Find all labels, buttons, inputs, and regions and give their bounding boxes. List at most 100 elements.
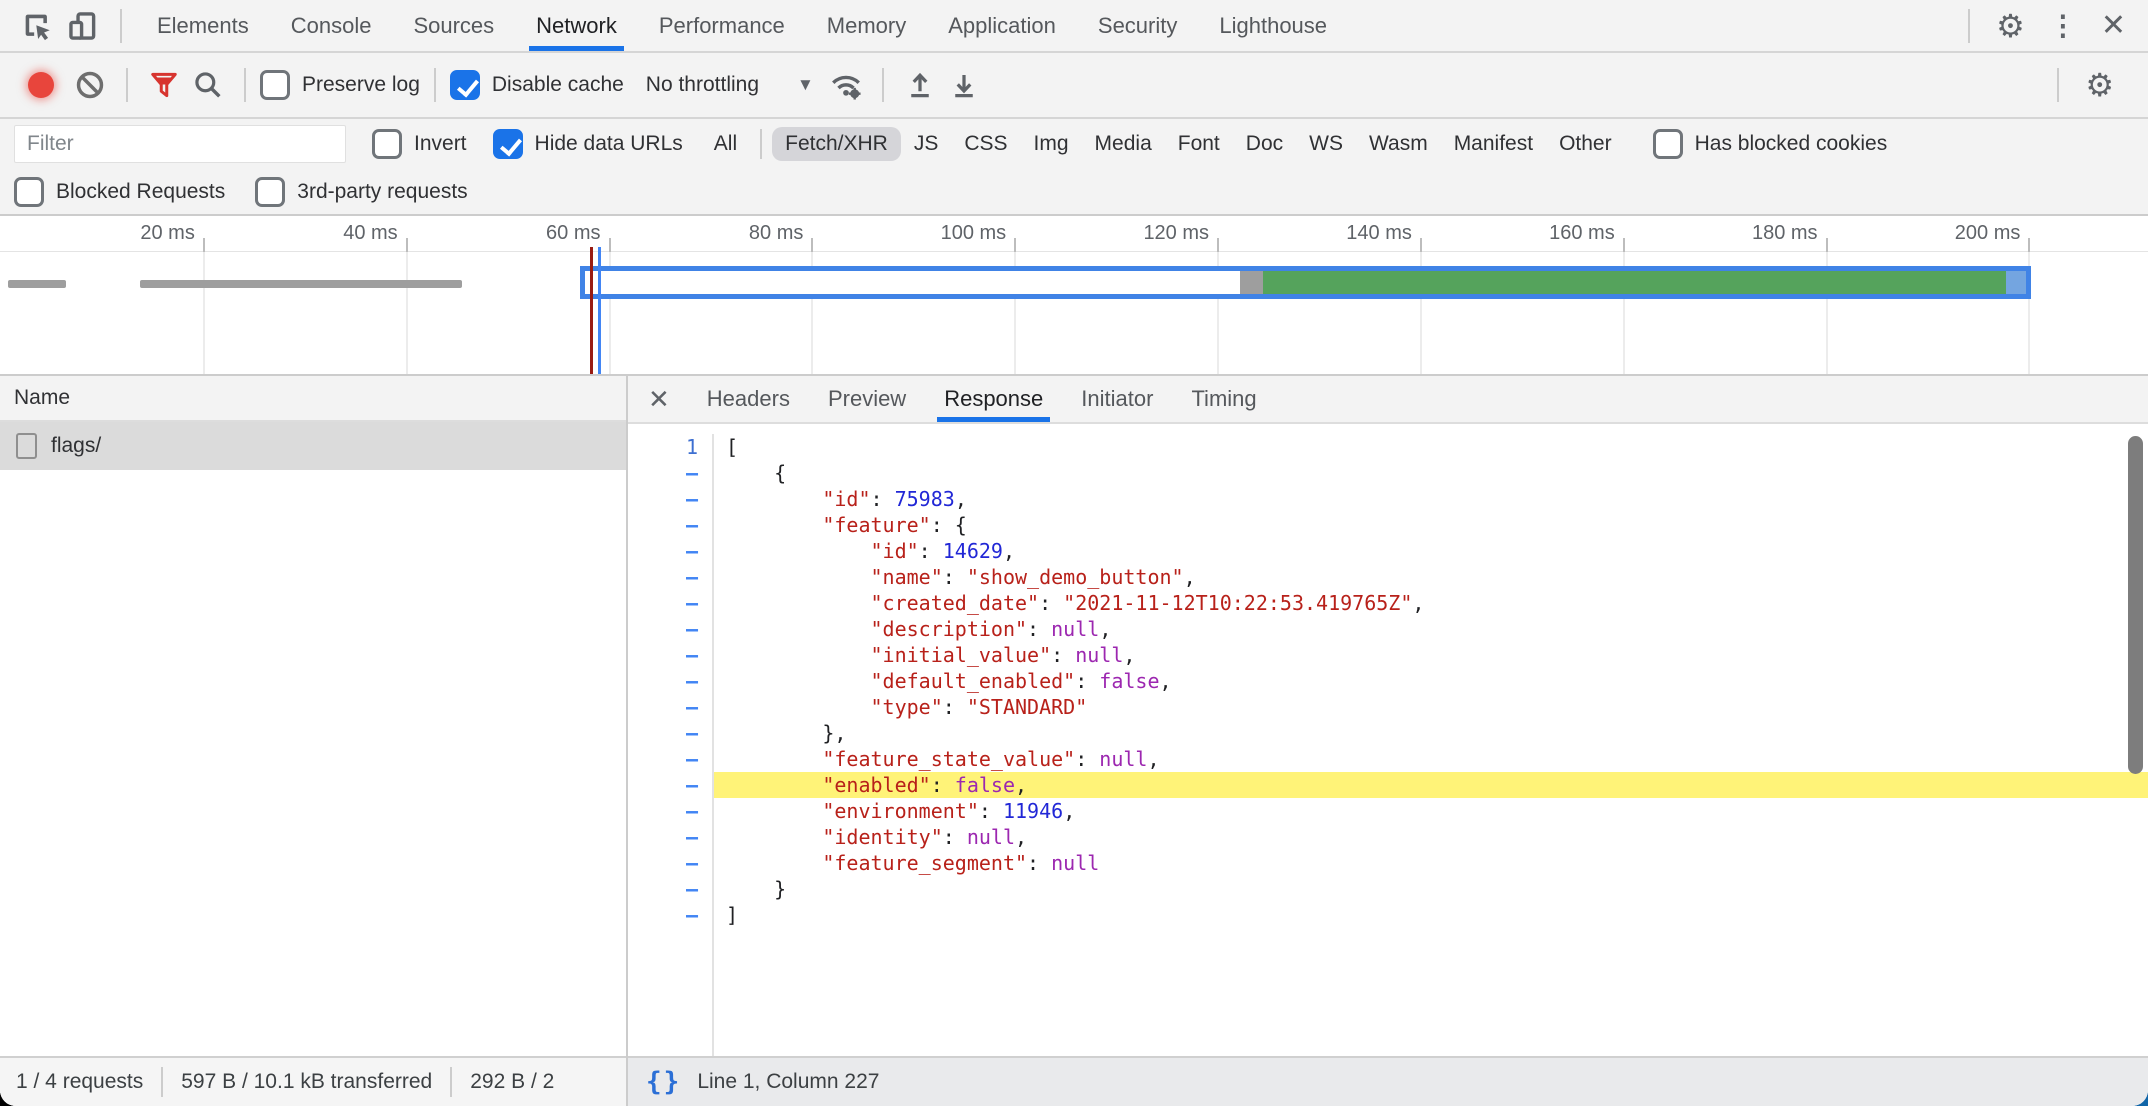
filter-type-all[interactable]: All — [701, 127, 750, 161]
summary-segment: 292 B / 2 — [470, 1070, 554, 1094]
tab-memory[interactable]: Memory — [806, 0, 927, 51]
filter-input[interactable] — [14, 125, 346, 163]
tab-sources[interactable]: Sources — [392, 0, 515, 51]
resource-doc-icon — [16, 433, 37, 459]
tab-security[interactable]: Security — [1077, 0, 1198, 51]
import-har-icon[interactable] — [898, 63, 942, 107]
ruler-label: 180 ms — [1668, 222, 1818, 245]
filter-type-other[interactable]: Other — [1546, 127, 1625, 161]
throttling-select[interactable]: No throttling ▼ — [646, 73, 814, 97]
invert-checkbox[interactable] — [372, 129, 402, 159]
close-details-icon[interactable]: ✕ — [628, 376, 688, 422]
detail-tab-timing[interactable]: Timing — [1172, 376, 1275, 422]
more-options-icon[interactable]: ⋮ — [2037, 12, 2089, 40]
cursor-position-label: Line 1, Column 227 — [697, 1070, 879, 1094]
fold-dash-marker: – — [628, 564, 698, 590]
blocked-requests-label: Blocked Requests — [56, 180, 225, 204]
tab-application[interactable]: Application — [927, 0, 1077, 51]
settings-gear-icon[interactable]: ⚙ — [1984, 10, 2037, 42]
requests-table-pane: Name flags/ 1 / 4 requests597 B / 10.1 k… — [0, 376, 628, 1106]
filter-type-doc[interactable]: Doc — [1233, 127, 1296, 161]
filter-type-ws[interactable]: WS — [1296, 127, 1356, 161]
name-header-label: Name — [14, 386, 70, 410]
fold-dash-marker: – — [628, 772, 698, 798]
network-summary-bar: 1 / 4 requests597 B / 10.1 kB transferre… — [0, 1056, 626, 1106]
filter-type-wasm[interactable]: Wasm — [1356, 127, 1441, 161]
ruler-tick — [1826, 238, 1828, 252]
fold-dash-marker: – — [628, 642, 698, 668]
fold-dash-marker: – — [628, 694, 698, 720]
network-conditions-icon[interactable] — [824, 63, 868, 107]
filter-type-manifest[interactable]: Manifest — [1441, 127, 1546, 161]
has-blocked-cookies-label: Has blocked cookies — [1695, 132, 1888, 156]
filter-bar: Invert Hide data URLs All Fetch/XHRJSCSSI… — [0, 119, 2148, 169]
filter-type-media[interactable]: Media — [1082, 127, 1165, 161]
overview-gray-bar — [140, 280, 463, 288]
record-network-log-button[interactable] — [28, 72, 54, 98]
clear-network-log-icon[interactable] — [68, 63, 112, 107]
third-party-requests-checkbox[interactable] — [255, 177, 285, 207]
blocked-requests-checkbox[interactable] — [14, 177, 44, 207]
fold-dash-marker: – — [628, 746, 698, 772]
detail-tabs: HeadersPreviewResponseInitiatorTiming — [688, 376, 1276, 422]
tab-lighthouse[interactable]: Lighthouse — [1198, 0, 1348, 51]
load-marker — [598, 247, 601, 374]
name-column-header[interactable]: Name — [0, 376, 626, 422]
detail-tab-preview[interactable]: Preview — [809, 376, 925, 422]
filter-funnel-icon[interactable] — [142, 63, 186, 107]
preserve-log-checkbox[interactable] — [260, 70, 290, 100]
tab-console[interactable]: Console — [270, 0, 393, 51]
network-settings-gear-icon[interactable]: ⚙ — [2073, 69, 2126, 101]
blocked-requests-option: Blocked Requests — [14, 177, 225, 207]
vertical-scrollbar[interactable] — [2128, 436, 2143, 774]
tab-network[interactable]: Network — [515, 0, 638, 51]
detail-tab-initiator[interactable]: Initiator — [1062, 376, 1172, 422]
close-devtools-icon[interactable]: ✕ — [2089, 11, 2138, 41]
divider — [450, 1067, 452, 1097]
detail-tab-headers[interactable]: Headers — [688, 376, 809, 422]
ruler-label: 80 ms — [653, 222, 803, 245]
filter-type-js[interactable]: JS — [901, 127, 952, 161]
summary-segment: 597 B / 10.1 kB transferred — [181, 1070, 432, 1094]
network-overview-timeline[interactable]: 20 ms40 ms60 ms80 ms100 ms120 ms140 ms16… — [0, 216, 2148, 376]
fold-dash-marker: – — [628, 720, 698, 746]
code-line: "default_enabled": false, — [714, 668, 2148, 694]
editor-status-bar: {} Line 1, Column 227 — [628, 1056, 2148, 1106]
ruler-label: 140 ms — [1262, 222, 1412, 245]
code-line: "type": "STANDARD" — [714, 694, 2148, 720]
fold-dash-marker: – — [628, 590, 698, 616]
device-toolbar-icon[interactable] — [60, 0, 106, 51]
ruler-label: 100 ms — [856, 222, 1006, 245]
fold-dash-marker: – — [628, 486, 698, 512]
export-har-icon[interactable] — [942, 63, 986, 107]
search-icon[interactable] — [186, 63, 230, 107]
tab-elements[interactable]: Elements — [136, 0, 270, 51]
disable-cache-checkbox[interactable] — [450, 70, 480, 100]
code-line: }, — [714, 720, 2148, 746]
tab-performance[interactable]: Performance — [638, 0, 806, 51]
request-filter-row: Blocked Requests 3rd-party requests — [0, 169, 2148, 216]
filter-type-font[interactable]: Font — [1165, 127, 1233, 161]
ruler-label: 60 ms — [451, 222, 601, 245]
invert-option: Invert — [372, 129, 467, 159]
ruler-tick — [1623, 238, 1625, 252]
third-party-requests-option: 3rd-party requests — [255, 177, 467, 207]
ruler-label: 40 ms — [248, 222, 398, 245]
fold-dash-marker: – — [628, 668, 698, 694]
fold-dash-marker: – — [628, 850, 698, 876]
has-blocked-cookies-checkbox[interactable] — [1653, 129, 1683, 159]
request-row-flags[interactable]: flags/ — [0, 422, 626, 470]
devtools-window: ElementsConsoleSourcesNetworkPerformance… — [0, 0, 2148, 1106]
hide-data-urls-checkbox[interactable] — [493, 129, 523, 159]
code-line: "feature": { — [714, 512, 2148, 538]
detail-tab-response[interactable]: Response — [925, 376, 1062, 422]
filter-type-fetch-xhr[interactable]: Fetch/XHR — [772, 127, 901, 161]
code-line: "feature_segment": null — [714, 850, 2148, 876]
filter-type-img[interactable]: Img — [1021, 127, 1082, 161]
inspect-element-icon[interactable] — [14, 0, 60, 51]
fold-dash-marker: – — [628, 902, 698, 928]
line-number: 1 — [628, 434, 698, 460]
ruler-tick — [406, 238, 408, 252]
hide-data-urls-option: Hide data URLs — [493, 129, 683, 159]
filter-type-css[interactable]: CSS — [951, 127, 1020, 161]
